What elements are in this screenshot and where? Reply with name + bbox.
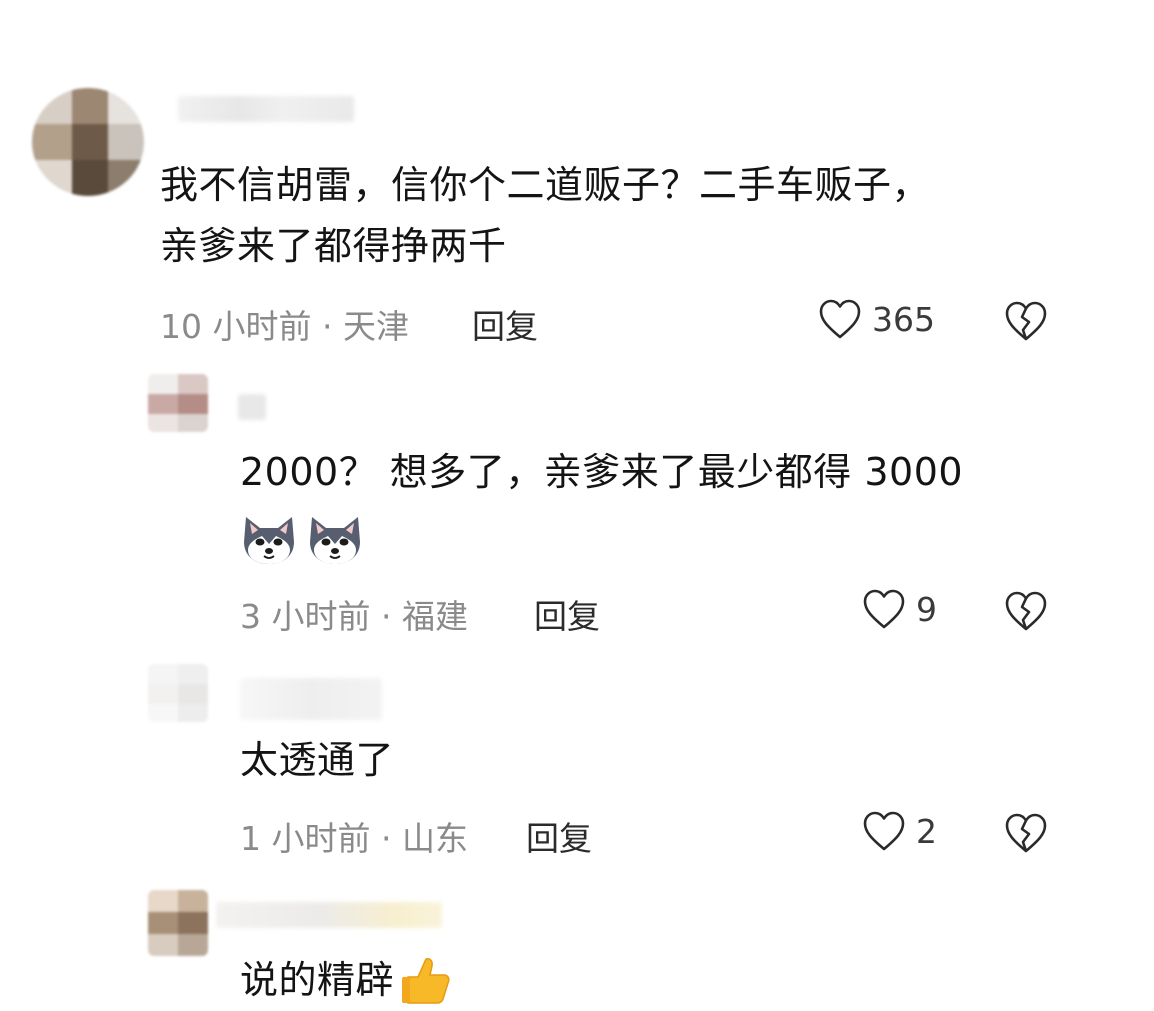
like-button[interactable]: 2 [862,810,937,852]
avatar[interactable] [148,664,208,722]
comment-text-line: 我不信胡雷，信你个二道贩子？二手车贩子， [160,163,931,207]
avatar[interactable] [148,374,208,432]
like-button[interactable]: 9 [862,588,937,630]
username[interactable] [216,902,442,928]
comment-text: 我不信胡雷，信你个二道贩子？二手车贩子， 亲爹来了都得挣两千 [160,155,930,277]
comment-text-line: 亲爹来了都得挣两千 [160,223,507,268]
broken-heart-icon [1005,813,1047,853]
comment-text-line: 说的精辟 [240,958,395,1002]
comment-text: 2000？ 想多了，亲爹来了最少都得 3000 [240,442,963,503]
username[interactable] [178,96,354,122]
username[interactable] [240,678,382,720]
avatar[interactable] [148,890,208,956]
reply-button[interactable]: 回复 [534,590,600,638]
comment-text: 说的精辟 [240,950,452,1011]
comment-text-line: 太透通了 [240,738,395,782]
like-count: 365 [872,299,935,339]
thumbs-up-emoji [402,958,450,1005]
dislike-button[interactable] [1004,812,1048,858]
username[interactable] [238,394,266,420]
comment-meta: 3 小时前 · 福建 [240,597,468,636]
like-count: 2 [916,811,937,851]
like-count: 9 [916,589,937,629]
dislike-button[interactable] [1004,590,1048,636]
dislike-button[interactable] [1004,300,1048,346]
like-button[interactable]: 365 [818,298,935,340]
broken-heart-icon [1005,591,1047,631]
comment-meta: 10 小时前 · 天津 [160,307,409,346]
emoji-row [240,514,364,566]
broken-heart-icon [1005,301,1047,341]
reply-button[interactable]: 回复 [526,812,592,860]
comment-text: 太透通了 [240,730,394,791]
husky-emoji [244,517,294,564]
comment-meta: 1 小时前 · 山东 [240,819,468,858]
heart-icon [863,589,905,629]
heart-icon [863,811,905,851]
comment-text-line: 2000？ 想多了，亲爹来了最少都得 3000 [240,450,964,494]
reply-button[interactable]: 回复 [472,300,538,348]
heart-icon [819,299,861,339]
husky-emoji [310,517,360,564]
avatar[interactable] [32,88,144,196]
